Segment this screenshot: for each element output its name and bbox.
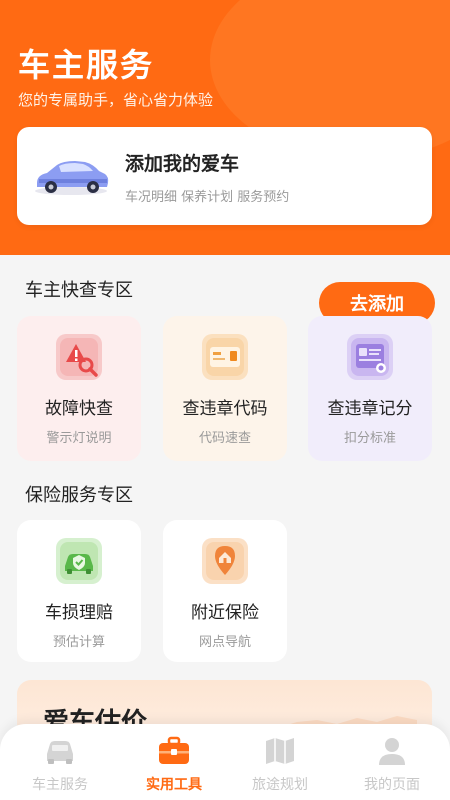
tile-subtitle: 警示灯说明 (46, 431, 112, 446)
tab-label: 车主服务 (32, 777, 88, 793)
quick-section-title: 车主快查专区 (25, 280, 133, 301)
toolbox-icon (157, 734, 191, 768)
tab-tools[interactable]: 实用工具 (118, 734, 230, 794)
tile-damage-claim[interactable]: 车损理赔 预估计算 (17, 520, 141, 662)
tab-my-page[interactable]: 我的页面 (336, 734, 448, 794)
car-illustration-icon (35, 161, 109, 195)
location-pin-icon (202, 538, 248, 584)
page-subtitle: 您的专属助手，省心省力体验 (18, 91, 214, 109)
warning-search-icon (56, 334, 102, 380)
tile-fault-check[interactable]: 故障快查 警示灯说明 (17, 316, 141, 461)
person-icon (375, 734, 409, 768)
tile-violation-points[interactable]: 查违章记分 扣分标准 (308, 316, 432, 461)
tile-nearby-insurance[interactable]: 附近保险 网点导航 (163, 520, 287, 662)
add-car-title: 添加我的爱车 (125, 153, 240, 175)
code-card-icon (202, 334, 248, 380)
tab-label: 实用工具 (146, 777, 202, 793)
map-icon (263, 734, 297, 768)
tile-violation-code[interactable]: 查违章代码 代码速查 (163, 316, 287, 461)
tab-label: 我的页面 (364, 777, 420, 793)
add-car-description: 车况明细 保养计划 服务预约 (125, 190, 290, 205)
tile-title: 车损理赔 (45, 603, 113, 623)
tab-car-service[interactable]: 车主服务 (4, 734, 116, 794)
tile-title: 查违章记分 (327, 399, 413, 419)
tile-title: 查违章代码 (182, 399, 268, 419)
page-title: 车主服务 (18, 46, 155, 84)
tile-subtitle: 代码速查 (198, 431, 251, 446)
add-car-card[interactable]: 添加我的爱车 车况明细 保养计划 服务预约 去添加 (17, 127, 435, 324)
tile-title: 故障快查 (45, 399, 113, 419)
insurance-section-title: 保险服务专区 (25, 485, 133, 506)
bottom-tab-bar: 车主服务 实用工具 旅途规划 我的页面 (0, 724, 450, 800)
tile-title: 附近保险 (191, 603, 259, 623)
license-card-icon (347, 334, 393, 380)
tab-trip-planning[interactable]: 旅途规划 (224, 734, 336, 794)
tile-subtitle: 预估计算 (52, 635, 105, 650)
car-icon (43, 734, 77, 768)
tile-subtitle: 网点导航 (198, 635, 251, 650)
car-shield-icon (56, 538, 102, 584)
tab-label: 旅途规划 (252, 777, 308, 793)
tile-subtitle: 扣分标准 (343, 431, 396, 446)
